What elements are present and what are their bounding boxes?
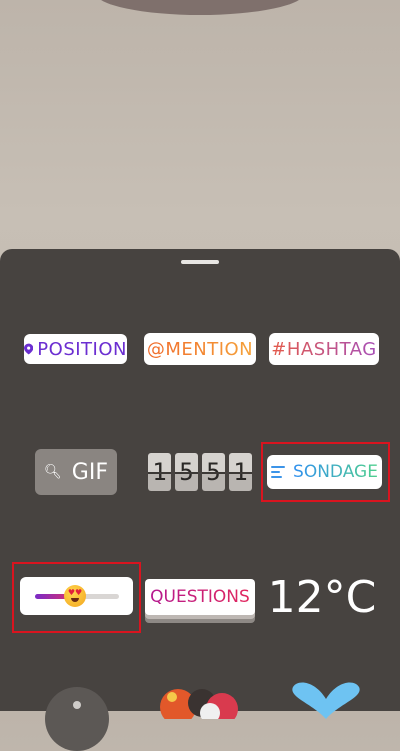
clock-digit: 5 <box>202 453 225 491</box>
hashtag-sticker[interactable]: #HASHTAG <box>269 333 379 365</box>
mention-sticker[interactable]: @MENTION <box>144 333 256 365</box>
location-pin-icon <box>24 343 34 355</box>
slider-highlight-box <box>12 562 141 633</box>
clock-digit: 1 <box>148 453 171 491</box>
hashtag-label: #HASHTAG <box>271 338 377 360</box>
butterfly-heart-sticker[interactable] <box>283 679 369 719</box>
sticker-tray: POSITION @MENTION #HASHTAG 🔍︎ GIF 1 5 5 … <box>0 249 400 751</box>
search-icon: 🔍︎ <box>44 464 62 480</box>
gif-sticker[interactable]: 🔍︎ GIF <box>35 449 117 495</box>
questions-sticker[interactable]: QUESTIONS <box>145 579 255 615</box>
position-label: POSITION <box>37 338 127 360</box>
temperature-sticker[interactable]: 12°C <box>268 569 377 625</box>
clock-digit: 5 <box>175 453 198 491</box>
camera-sticker[interactable] <box>45 687 109 751</box>
drag-handle[interactable] <box>181 260 219 264</box>
background-blur-object <box>95 0 305 15</box>
clock-digit: 1 <box>229 453 252 491</box>
questions-label: QUESTIONS <box>150 587 250 607</box>
poll-highlight-box <box>261 442 390 502</box>
temperature-label: 12°C <box>267 571 377 623</box>
clock-sticker[interactable]: 1 5 5 1 <box>148 453 252 491</box>
illustrated-sticker[interactable] <box>158 679 244 719</box>
mention-label: @MENTION <box>146 338 254 360</box>
position-sticker[interactable]: POSITION <box>24 334 127 364</box>
gif-label: GIF <box>71 459 108 485</box>
